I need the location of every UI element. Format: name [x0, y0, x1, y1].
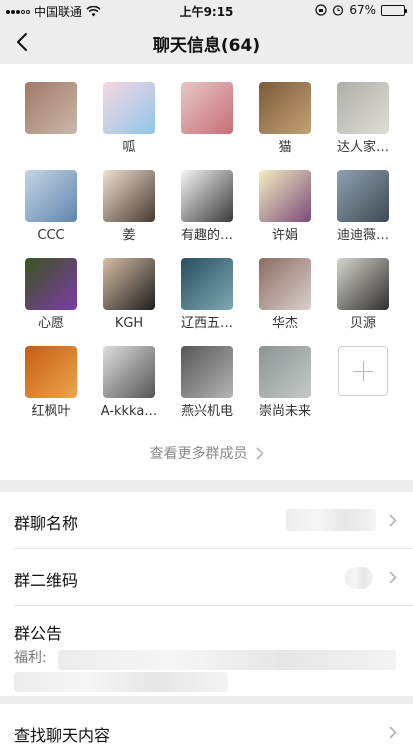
page-title: 聊天信息(64): [152, 36, 261, 56]
group-qr-label: 群二维码: [14, 571, 79, 590]
search-chat-row[interactable]: 查找聊天内容: [0, 704, 413, 745]
plus-icon: [338, 346, 388, 396]
avatar: [259, 82, 311, 134]
avatar: [259, 346, 311, 398]
member-name: A-kkka…: [100, 404, 158, 419]
nav-bar: 聊天信息(64): [0, 20, 413, 64]
member-item[interactable]: CCC: [16, 170, 86, 244]
member-name: CCC: [37, 228, 65, 243]
avatar: [25, 170, 77, 222]
avatar: [181, 170, 233, 222]
member-item[interactable]: 有趣的…: [172, 170, 242, 244]
group-notice-row[interactable]: 群公告 福利:: [0, 606, 413, 696]
group-name-value: [286, 509, 376, 531]
member-name: [172, 140, 242, 156]
member-name: 有趣的…: [180, 228, 233, 243]
group-name-row[interactable]: 群聊名称: [0, 492, 413, 549]
avatar: [337, 82, 389, 134]
chevron-right-icon: [255, 446, 264, 460]
avatar: [25, 82, 77, 134]
battery-percent: 67%: [349, 3, 376, 17]
avatar: [103, 170, 155, 222]
member-item[interactable]: 达人家…: [328, 82, 398, 156]
member-name: 达人家…: [336, 140, 389, 155]
search-chat-label: 查找聊天内容: [14, 726, 111, 745]
member-item[interactable]: 呱: [94, 82, 164, 156]
avatar: [181, 82, 233, 134]
group-notice-label: 群公告: [14, 624, 63, 643]
member-item[interactable]: 贝源: [328, 258, 398, 332]
member-name: 姜: [122, 228, 136, 243]
avatar: [259, 258, 311, 310]
member-name: 崇尚未来: [258, 404, 311, 419]
member-item[interactable]: 姜: [94, 170, 164, 244]
member-item[interactable]: [16, 82, 86, 156]
more-members-link[interactable]: 查看更多群成员: [0, 442, 413, 464]
notice-prefix: 福利:: [14, 650, 47, 666]
member-item[interactable]: 猫: [250, 82, 320, 156]
rotation-lock-icon: [315, 4, 327, 16]
qr-code-icon: [345, 567, 373, 589]
member-name: 呱: [122, 140, 136, 155]
member-item[interactable]: 红枫叶: [16, 346, 86, 420]
avatar: [103, 258, 155, 310]
member-name: 许娟: [271, 228, 298, 243]
member-item[interactable]: 许娟: [250, 170, 320, 244]
member-item[interactable]: KGH: [94, 258, 164, 332]
notice-content-blurred: [58, 650, 396, 670]
avatar: [103, 82, 155, 134]
member-item[interactable]: 心愿: [16, 258, 86, 332]
member-item[interactable]: 燕兴机电: [172, 346, 242, 420]
member-name: 红枫叶: [31, 404, 71, 419]
notice-content-blurred: [14, 672, 228, 692]
search-group: 查找聊天内容: [0, 704, 413, 745]
avatar: [337, 170, 389, 222]
avatar: [25, 346, 77, 398]
avatar: [181, 258, 233, 310]
chevron-right-icon: [389, 571, 397, 584]
member-item[interactable]: 崇尚未来: [250, 346, 320, 420]
avatar: [181, 346, 233, 398]
avatar: [259, 170, 311, 222]
member-item[interactable]: A-kkka…: [94, 346, 164, 420]
avatar: [103, 346, 155, 398]
settings-group: 群聊名称 群二维码 群公告 福利:: [0, 492, 413, 696]
member-item[interactable]: 迪迪薇…: [328, 170, 398, 244]
avatar: [25, 258, 77, 310]
status-right: 67%: [315, 3, 407, 17]
member-item[interactable]: 华杰: [250, 258, 320, 332]
add-member-button[interactable]: [328, 346, 398, 396]
avatar: [337, 258, 389, 310]
member-grid: 呱 猫 达人家… CCC 姜 有趣的… 许娟 迪迪薇… 心愿 KGH 辽西五… 华杰 贝源红枫叶 A-kk…: [0, 64, 413, 480]
member-name: 华杰: [271, 316, 298, 331]
more-members-label: 查看更多群成员: [149, 446, 248, 462]
member-name: 燕兴机电: [180, 404, 233, 419]
status-bar: 中国联通 上午9:15 67%: [0, 0, 413, 20]
member-name: [16, 140, 86, 156]
battery-icon: [381, 4, 407, 16]
member-name: 迪迪薇…: [336, 228, 389, 243]
alarm-icon: [333, 5, 344, 16]
chevron-right-icon: [389, 514, 397, 527]
chevron-right-icon: [389, 726, 397, 739]
member-name: KGH: [114, 316, 144, 331]
member-name: 心愿: [37, 316, 64, 331]
group-name-label: 群聊名称: [14, 514, 79, 533]
member-item[interactable]: 辽西五…: [172, 258, 242, 332]
member-name: 猫: [278, 140, 292, 155]
member-name: 贝源: [349, 316, 376, 331]
member-item[interactable]: [172, 82, 242, 156]
member-name: 辽西五…: [180, 316, 233, 331]
group-qr-row[interactable]: 群二维码: [0, 549, 413, 606]
